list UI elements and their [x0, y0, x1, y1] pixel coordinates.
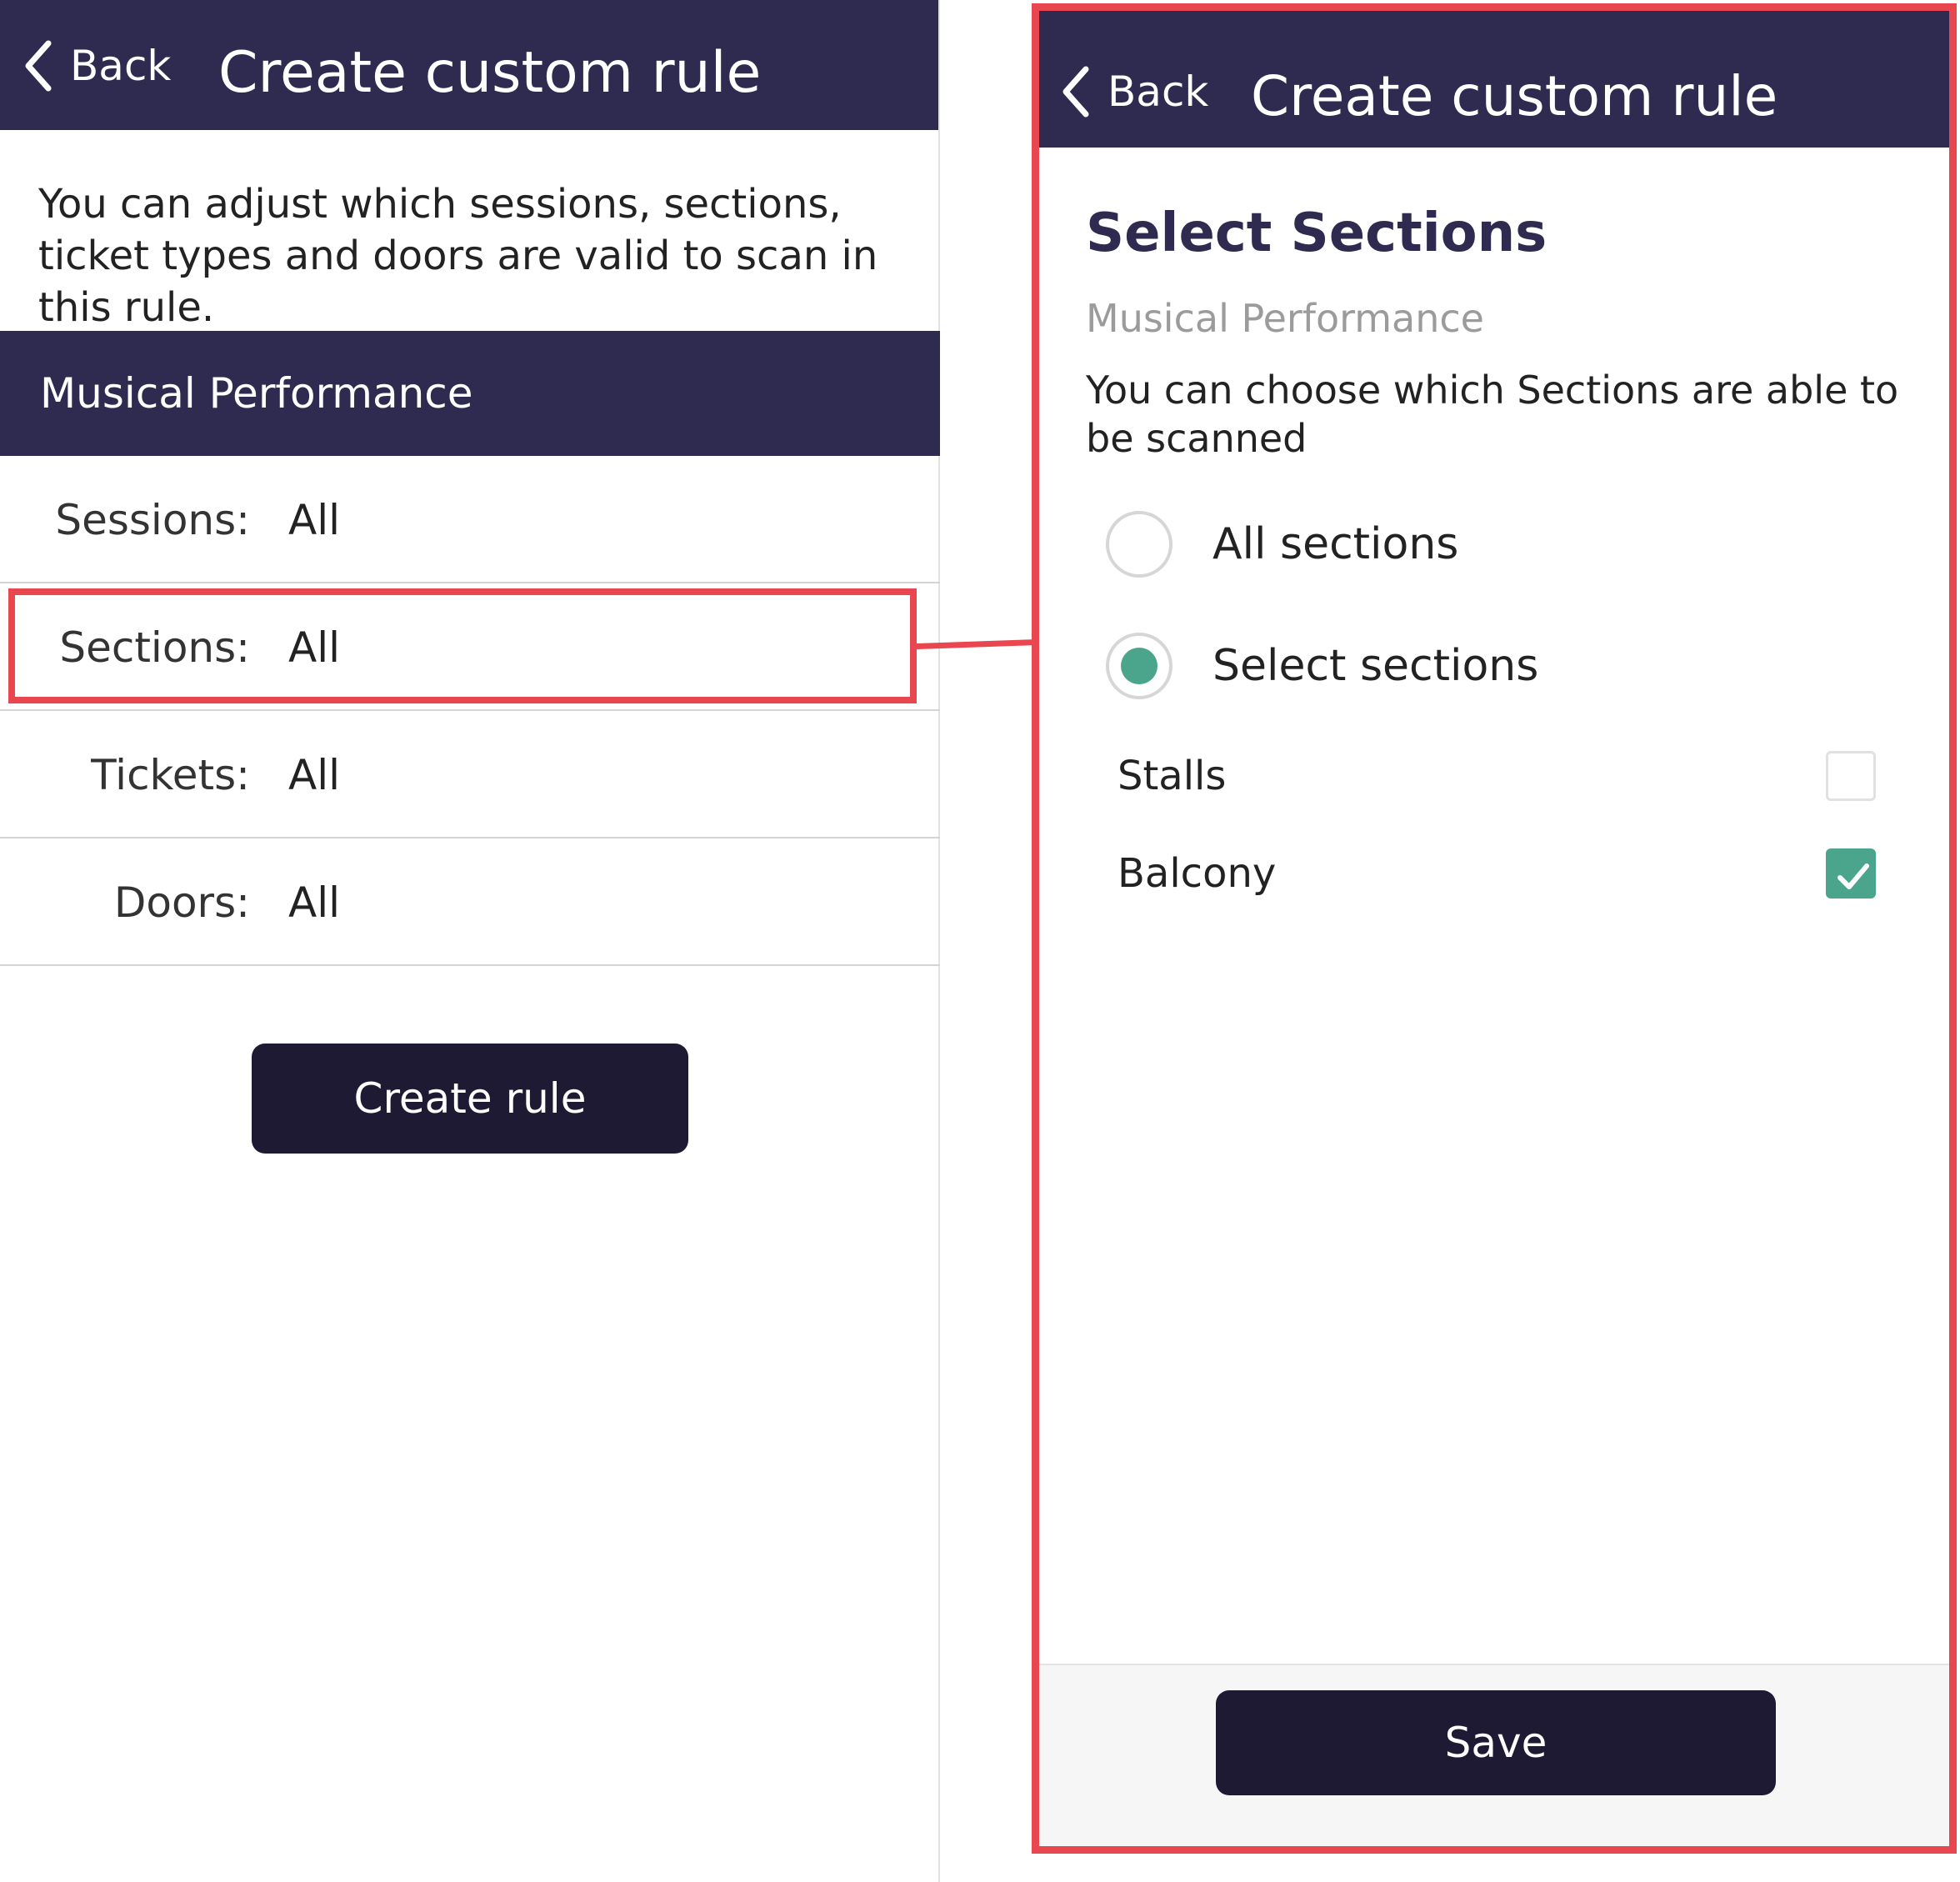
- page-title: Create custom rule: [1251, 64, 1778, 128]
- footer-bar: Save: [1039, 1664, 1949, 1846]
- section-item-stalls[interactable]: Stalls: [1039, 744, 1949, 811]
- nav-bar: Back Create custom rule: [1039, 11, 1949, 148]
- section-item-label: Balcony: [1118, 850, 1277, 897]
- section-item-label: Stalls: [1118, 753, 1227, 799]
- create-rule-button[interactable]: Create rule: [252, 1044, 688, 1154]
- rule-row-tickets[interactable]: Tickets: All: [0, 711, 940, 838]
- select-sections-heading: Select Sections: [1086, 203, 1548, 264]
- back-label: Back: [70, 42, 172, 90]
- back-label: Back: [1108, 68, 1209, 116]
- checkmark-icon: [1838, 863, 1869, 889]
- chevron-left-icon: [25, 40, 52, 92]
- page-title: Create custom rule: [218, 40, 762, 106]
- rule-row-label: Tickets:: [91, 751, 250, 799]
- radio-button[interactable]: [1106, 511, 1172, 578]
- nav-bar: Back Create custom rule: [0, 0, 938, 130]
- select-sections-screen: Back Create custom rule Select Sections …: [1032, 3, 1957, 1854]
- create-rule-screen: Back Create custom rule You can adjust w…: [0, 0, 940, 1882]
- event-name: Musical Performance: [40, 369, 473, 418]
- back-button[interactable]: Back: [22, 38, 171, 93]
- radio-button-selected[interactable]: [1106, 633, 1172, 699]
- rule-row-sections[interactable]: Sections: All: [0, 583, 940, 711]
- rule-row-sessions[interactable]: Sessions: All: [0, 456, 940, 583]
- radio-select-sections[interactable]: Select sections: [1106, 633, 1538, 699]
- section-item-balcony[interactable]: Balcony: [1039, 842, 1949, 908]
- radio-label: Select sections: [1212, 641, 1539, 691]
- rule-row-label: Sections:: [59, 623, 250, 672]
- checkbox-checked[interactable]: [1826, 848, 1876, 898]
- rule-row-label: Sessions:: [55, 496, 250, 544]
- rule-row-value: All: [288, 751, 340, 799]
- rule-row-label: Doors:: [113, 878, 250, 927]
- event-section-header: Musical Performance: [0, 331, 940, 456]
- chevron-left-icon: [1062, 66, 1089, 118]
- intro-text: You can adjust which sessions, sections,…: [38, 181, 878, 331]
- rule-row-value: All: [288, 878, 340, 927]
- radio-label: All sections: [1212, 519, 1459, 569]
- checkbox-unchecked[interactable]: [1826, 751, 1876, 801]
- radio-all-sections[interactable]: All sections: [1106, 511, 1458, 578]
- rule-row-value: All: [288, 496, 340, 544]
- rule-row-doors[interactable]: Doors: All: [0, 838, 940, 966]
- event-name-subtitle: Musical Performance: [1086, 296, 1484, 341]
- save-button[interactable]: Save: [1216, 1690, 1776, 1795]
- back-button[interactable]: Back: [1059, 64, 1208, 119]
- description-text: You can choose which Sections are able t…: [1086, 368, 1899, 461]
- rule-row-value: All: [288, 623, 340, 672]
